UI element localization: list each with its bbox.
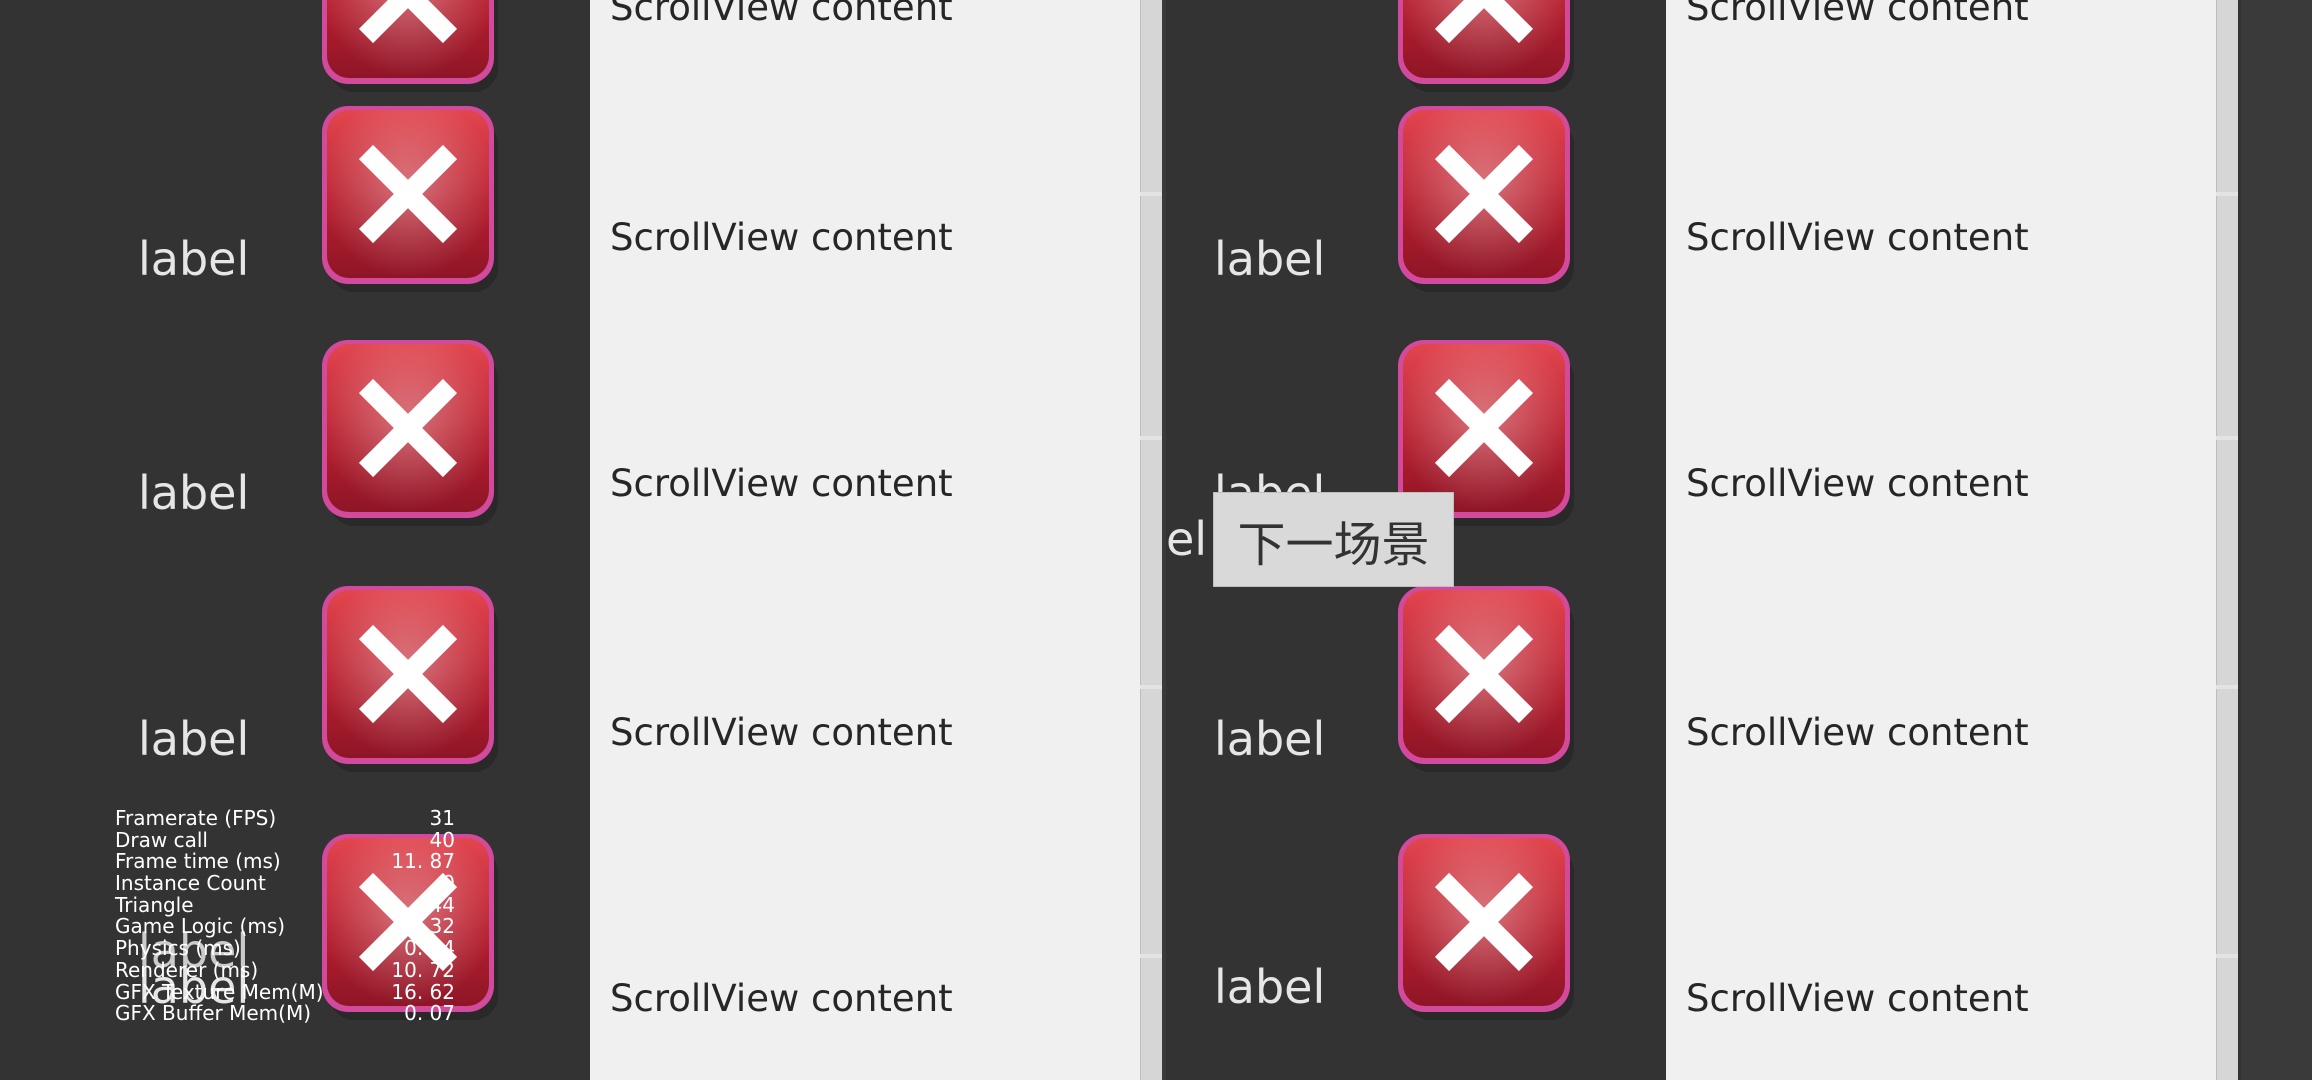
right-scrollbar[interactable] <box>2216 0 2238 1080</box>
stat-row: Physics (ms) 0. 04 <box>115 936 455 961</box>
stat-value: 0. 07 <box>404 1001 455 1026</box>
close-x-icon[interactable] <box>1394 0 1580 96</box>
scroll-item: ScrollView content <box>610 216 953 259</box>
item-label: label <box>1214 232 1326 286</box>
stat-value: 40 <box>429 827 455 852</box>
item-label: label <box>138 466 250 520</box>
scrollbar-segment <box>2216 0 2238 192</box>
stat-name: Frame time (ms) <box>115 849 281 874</box>
stat-value: 16. 62 <box>391 979 455 1004</box>
scroll-item: ScrollView content <box>610 0 953 29</box>
scrollbar-segment <box>2216 689 2238 954</box>
close-x-icon[interactable] <box>318 580 504 776</box>
profiler-stats: Framerate (FPS) 31 Draw call 40 Frame time… <box>115 806 455 1026</box>
close-x-icon[interactable] <box>318 334 504 530</box>
scrollbar-segment <box>1140 440 1162 685</box>
item-label: label <box>1214 960 1326 1014</box>
scrollbar-segment <box>2216 196 2238 436</box>
stat-row: Framerate (FPS) 31 <box>115 806 455 830</box>
partial-label: el <box>1166 512 1208 566</box>
right-edge-strip <box>2241 0 2312 1080</box>
stat-name: Instance Count <box>115 871 266 896</box>
scrollbar-segment <box>1140 958 1162 1080</box>
stat-name: Triangle <box>115 892 194 917</box>
close-x-icon[interactable] <box>1394 100 1580 296</box>
stat-row: Instance Count 0 <box>115 871 455 896</box>
close-x-icon[interactable] <box>318 100 504 296</box>
stat-name: Game Logic (ms) <box>115 914 286 939</box>
scroll-item: ScrollView content <box>1686 462 2029 505</box>
stat-name: Renderer (ms) <box>115 957 259 982</box>
stat-name: Framerate (FPS) <box>115 806 277 830</box>
scroll-item: ScrollView content <box>1686 216 2029 259</box>
stat-row: Game Logic (ms) 0. 32 <box>115 916 455 938</box>
stat-value: 0. 32 <box>404 914 455 939</box>
next-scene-button[interactable]: 下一场景 <box>1213 492 1454 587</box>
scroll-item: ScrollView content <box>610 462 953 505</box>
stat-value: 10. 72 <box>391 957 455 982</box>
stat-name: GFX Texture Mem(M) <box>115 979 324 1004</box>
stat-row: Frame time (ms) 11. 87 <box>115 851 455 873</box>
stat-value: 0. 04 <box>404 936 455 961</box>
stat-name: GFX Buffer Mem(M) <box>115 1001 312 1026</box>
stat-value: 11. 87 <box>391 849 455 874</box>
scroll-item: ScrollView content <box>1686 977 2029 1020</box>
scroll-item: ScrollView content <box>610 977 953 1020</box>
stat-row: GFX Buffer Mem(M) 0. 07 <box>115 1001 455 1026</box>
left-scrollbar[interactable] <box>1140 0 1162 1080</box>
item-label: label <box>138 232 250 286</box>
stat-row: Renderer (ms) 10. 72 <box>115 957 455 982</box>
stat-name: Draw call <box>115 827 208 852</box>
scrollbar-segment <box>1140 196 1162 436</box>
close-x-icon[interactable] <box>318 0 504 96</box>
left-scrollview[interactable]: ScrollView content ScrollView content Sc… <box>590 0 1140 1080</box>
scrollbar-segment <box>1140 0 1162 192</box>
stat-name: Physics (ms) <box>115 936 241 961</box>
stat-row: GFX Texture Mem(M) 16. 62 <box>115 979 455 1004</box>
scroll-item: ScrollView content <box>610 711 953 754</box>
item-label: label <box>1214 712 1326 766</box>
item-label: label <box>138 712 250 766</box>
stat-row: Draw call 40 <box>115 827 455 852</box>
close-x-icon[interactable] <box>1394 580 1580 776</box>
stat-value: 31 <box>429 806 455 830</box>
scroll-item: ScrollView content <box>1686 0 2029 29</box>
scrollbar-segment <box>2216 958 2238 1080</box>
right-scrollview[interactable]: ScrollView content ScrollView content Sc… <box>1666 0 2216 1080</box>
stat-value: 0 <box>442 871 455 896</box>
close-x-icon[interactable] <box>1394 828 1580 1024</box>
scrollbar-segment <box>2216 440 2238 685</box>
scrollbar-segment <box>1140 689 1162 954</box>
stat-row: Triangle 844 <box>115 892 455 917</box>
stat-value: 844 <box>416 892 455 917</box>
scroll-item: ScrollView content <box>1686 711 2029 754</box>
